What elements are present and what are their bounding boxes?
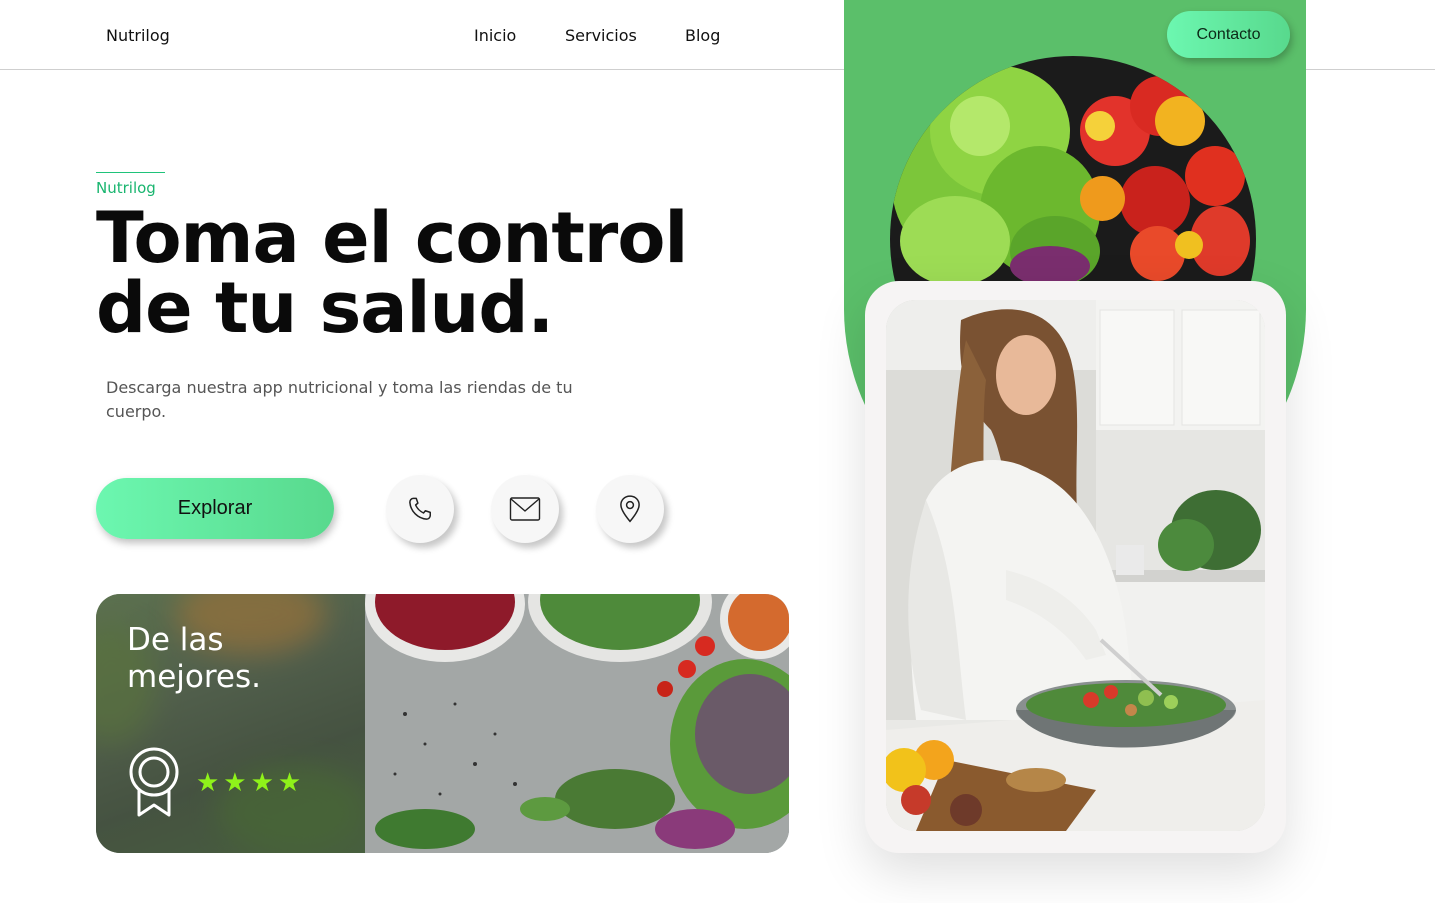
food-bowls-photo <box>365 594 789 853</box>
phone-mockup-card <box>865 281 1286 853</box>
star-rating: ★★★★ <box>196 768 306 798</box>
location-pin-icon <box>620 495 640 523</box>
eyebrow-label: Nutrilog <box>96 179 156 197</box>
food-bowls-illustration <box>365 594 789 853</box>
hero-subtitle: Descarga nuestra app nutricional y toma … <box>106 378 573 421</box>
woman-cooking-photo <box>886 300 1265 831</box>
headline-line-1: Toma el control <box>96 197 688 279</box>
location-contact-button[interactable] <box>596 475 664 543</box>
rating-feature-card: De las mejores. ★★★★ <box>96 594 789 853</box>
brand-logo-text[interactable]: Nutrilog <box>106 26 170 45</box>
award-ribbon-icon <box>129 747 179 817</box>
phone-contact-button[interactable] <box>386 475 454 543</box>
eyebrow-divider <box>96 172 165 173</box>
hero-headline: Toma el control de tu salud. <box>96 203 796 343</box>
email-contact-button[interactable] <box>491 475 559 543</box>
nav-item-inicio[interactable]: Inicio <box>474 26 516 45</box>
phone-icon <box>409 497 431 520</box>
nav-item-blog[interactable]: Blog <box>685 26 720 45</box>
mail-icon <box>509 497 541 521</box>
explore-button[interactable]: Explorar <box>96 478 334 539</box>
contact-button[interactable]: Contacto <box>1167 11 1290 58</box>
card-title-line-2: mejores. <box>127 659 261 695</box>
nav-item-servicios[interactable]: Servicios <box>565 26 637 45</box>
card-title-line-1: De las <box>127 622 224 658</box>
headline-line-2: de tu salud. <box>96 267 554 349</box>
card-title: De las mejores. <box>127 622 261 696</box>
cooking-scene-illustration <box>886 300 1265 831</box>
